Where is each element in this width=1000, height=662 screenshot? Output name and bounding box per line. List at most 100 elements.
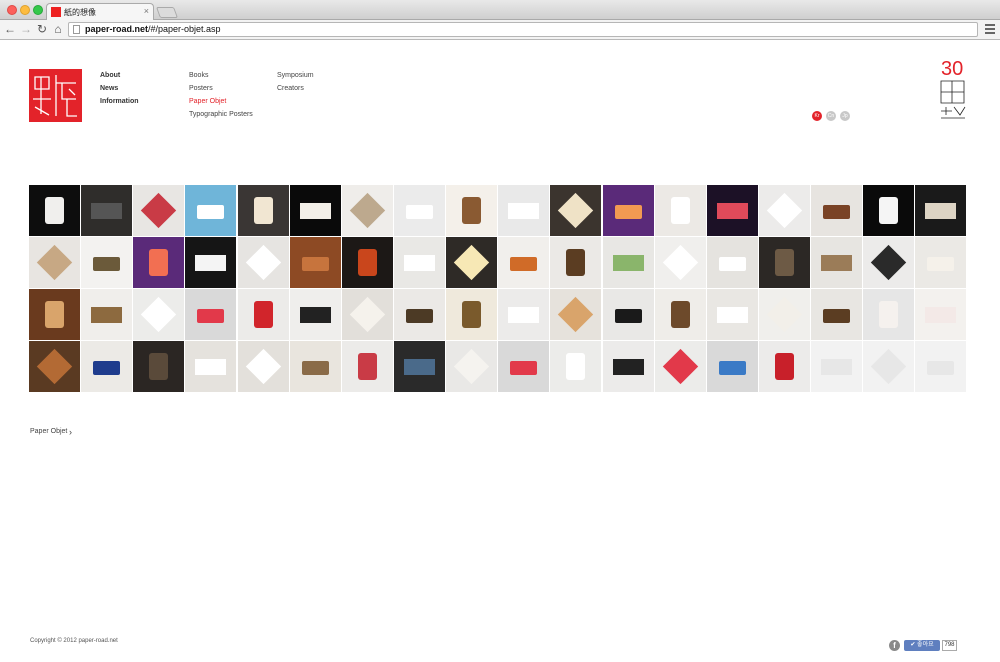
like-button[interactable]: ✔ 좋아요 [904, 640, 940, 651]
gallery-thumbnail[interactable] [237, 289, 289, 340]
gallery-thumbnail[interactable] [498, 185, 550, 236]
gallery-thumbnail[interactable] [602, 237, 654, 288]
nav-information[interactable]: Information [100, 95, 139, 108]
gallery-thumbnail[interactable] [654, 237, 706, 288]
back-icon[interactable]: ← [3, 22, 17, 36]
gallery-thumbnail[interactable] [341, 185, 393, 236]
gallery-thumbnail[interactable] [654, 289, 706, 340]
gallery-thumbnail[interactable] [133, 237, 185, 288]
gallery-thumbnail[interactable] [341, 289, 393, 340]
gallery-thumbnail[interactable] [811, 341, 863, 392]
gallery-thumbnail[interactable] [185, 341, 237, 392]
gallery-thumbnail[interactable] [446, 237, 498, 288]
address-bar[interactable]: paper-road.net/#/paper-objet.asp [68, 22, 978, 37]
gallery-thumbnail[interactable] [758, 341, 810, 392]
gallery-thumbnail[interactable] [915, 237, 967, 288]
gallery-thumbnail[interactable] [29, 341, 80, 392]
gallery-thumbnail[interactable] [289, 185, 341, 236]
gallery-thumbnail[interactable] [602, 185, 654, 236]
gallery-thumbnail[interactable] [498, 289, 550, 340]
breadcrumb[interactable]: Paper Objet [30, 428, 67, 435]
nav-typographic-posters[interactable]: Typographic Posters [189, 108, 253, 121]
lang-jp-button[interactable]: Jp [840, 111, 850, 121]
gallery-thumbnail[interactable] [706, 341, 758, 392]
gallery-thumbnail[interactable] [133, 185, 185, 236]
new-tab-button[interactable] [155, 7, 179, 18]
gallery-thumbnail[interactable] [81, 289, 133, 340]
gallery-thumbnail[interactable] [133, 341, 185, 392]
browser-tab[interactable]: 紙的想像 × [46, 3, 154, 21]
gallery-thumbnail[interactable] [758, 237, 810, 288]
gallery-thumbnail[interactable] [863, 289, 915, 340]
menu-icon[interactable] [985, 24, 995, 36]
close-window-button[interactable] [7, 5, 17, 15]
gallery-thumbnail[interactable] [341, 341, 393, 392]
zoom-window-button[interactable] [33, 5, 43, 15]
gallery-thumbnail[interactable] [811, 185, 863, 236]
site-logo[interactable] [29, 69, 82, 122]
gallery-thumbnail[interactable] [811, 289, 863, 340]
gallery-thumbnail[interactable] [341, 237, 393, 288]
gallery-thumbnail[interactable] [185, 185, 237, 236]
gallery-thumbnail[interactable] [811, 237, 863, 288]
gallery-thumbnail[interactable] [29, 289, 80, 340]
gallery-thumbnail[interactable] [237, 341, 289, 392]
gallery-thumbnail[interactable] [289, 237, 341, 288]
nav-paper-objet[interactable]: Paper Objet [189, 95, 253, 108]
gallery-thumbnail[interactable] [602, 289, 654, 340]
gallery-thumbnail[interactable] [706, 185, 758, 236]
gallery-thumbnail[interactable] [863, 237, 915, 288]
gallery-thumbnail[interactable] [393, 185, 445, 236]
gallery-thumbnail[interactable] [81, 237, 133, 288]
gallery-thumbnail[interactable] [498, 237, 550, 288]
nav-about[interactable]: About [100, 69, 139, 82]
gallery-thumbnail[interactable] [498, 341, 550, 392]
nav-creators[interactable]: Creators [277, 82, 314, 95]
gallery-thumbnail[interactable] [446, 341, 498, 392]
gallery-thumbnail[interactable] [654, 341, 706, 392]
nav-symposium[interactable]: Symposium [277, 69, 314, 82]
gallery-thumbnail[interactable] [393, 289, 445, 340]
gallery-thumbnail[interactable] [133, 289, 185, 340]
gallery-thumbnail[interactable] [393, 341, 445, 392]
gallery-thumbnail[interactable] [550, 289, 602, 340]
gallery-thumbnail[interactable] [863, 185, 915, 236]
home-icon[interactable]: ⌂ [51, 22, 65, 36]
gallery-thumbnail[interactable] [915, 341, 967, 392]
gallery-thumbnail[interactable] [185, 237, 237, 288]
reload-icon[interactable]: ↻ [35, 22, 49, 36]
lang-kr-button[interactable]: Kr [812, 111, 822, 121]
gallery-thumbnail[interactable] [758, 289, 810, 340]
gallery-thumbnail[interactable] [237, 237, 289, 288]
gallery-thumbnail[interactable] [185, 289, 237, 340]
nav-posters[interactable]: Posters [189, 82, 253, 95]
gallery-thumbnail[interactable] [81, 341, 133, 392]
gallery-thumbnail[interactable] [758, 185, 810, 236]
gallery-thumbnail[interactable] [393, 237, 445, 288]
gallery-thumbnail[interactable] [237, 185, 289, 236]
forward-icon[interactable]: → [19, 22, 33, 36]
chevron-right-icon[interactable]: › [69, 427, 72, 437]
facebook-icon[interactable]: f [889, 640, 900, 651]
minimize-window-button[interactable] [20, 5, 30, 15]
gallery-thumbnail[interactable] [915, 185, 967, 236]
gallery-thumbnail[interactable] [29, 237, 80, 288]
nav-books[interactable]: Books [189, 69, 253, 82]
gallery-thumbnail[interactable] [446, 289, 498, 340]
gallery-thumbnail[interactable] [550, 237, 602, 288]
gallery-thumbnail[interactable] [706, 289, 758, 340]
gallery-thumbnail[interactable] [654, 185, 706, 236]
gallery-thumbnail[interactable] [289, 341, 341, 392]
gallery-thumbnail[interactable] [289, 289, 341, 340]
gallery-thumbnail[interactable] [81, 185, 133, 236]
gallery-thumbnail[interactable] [602, 341, 654, 392]
gallery-thumbnail[interactable] [550, 341, 602, 392]
lang-cn-button[interactable]: Cn [826, 111, 836, 121]
nav-news[interactable]: News [100, 82, 139, 95]
gallery-thumbnail[interactable] [706, 237, 758, 288]
gallery-thumbnail[interactable] [550, 185, 602, 236]
close-tab-icon[interactable]: × [144, 6, 149, 16]
gallery-thumbnail[interactable] [29, 185, 80, 236]
gallery-thumbnail[interactable] [446, 185, 498, 236]
gallery-thumbnail[interactable] [863, 341, 915, 392]
